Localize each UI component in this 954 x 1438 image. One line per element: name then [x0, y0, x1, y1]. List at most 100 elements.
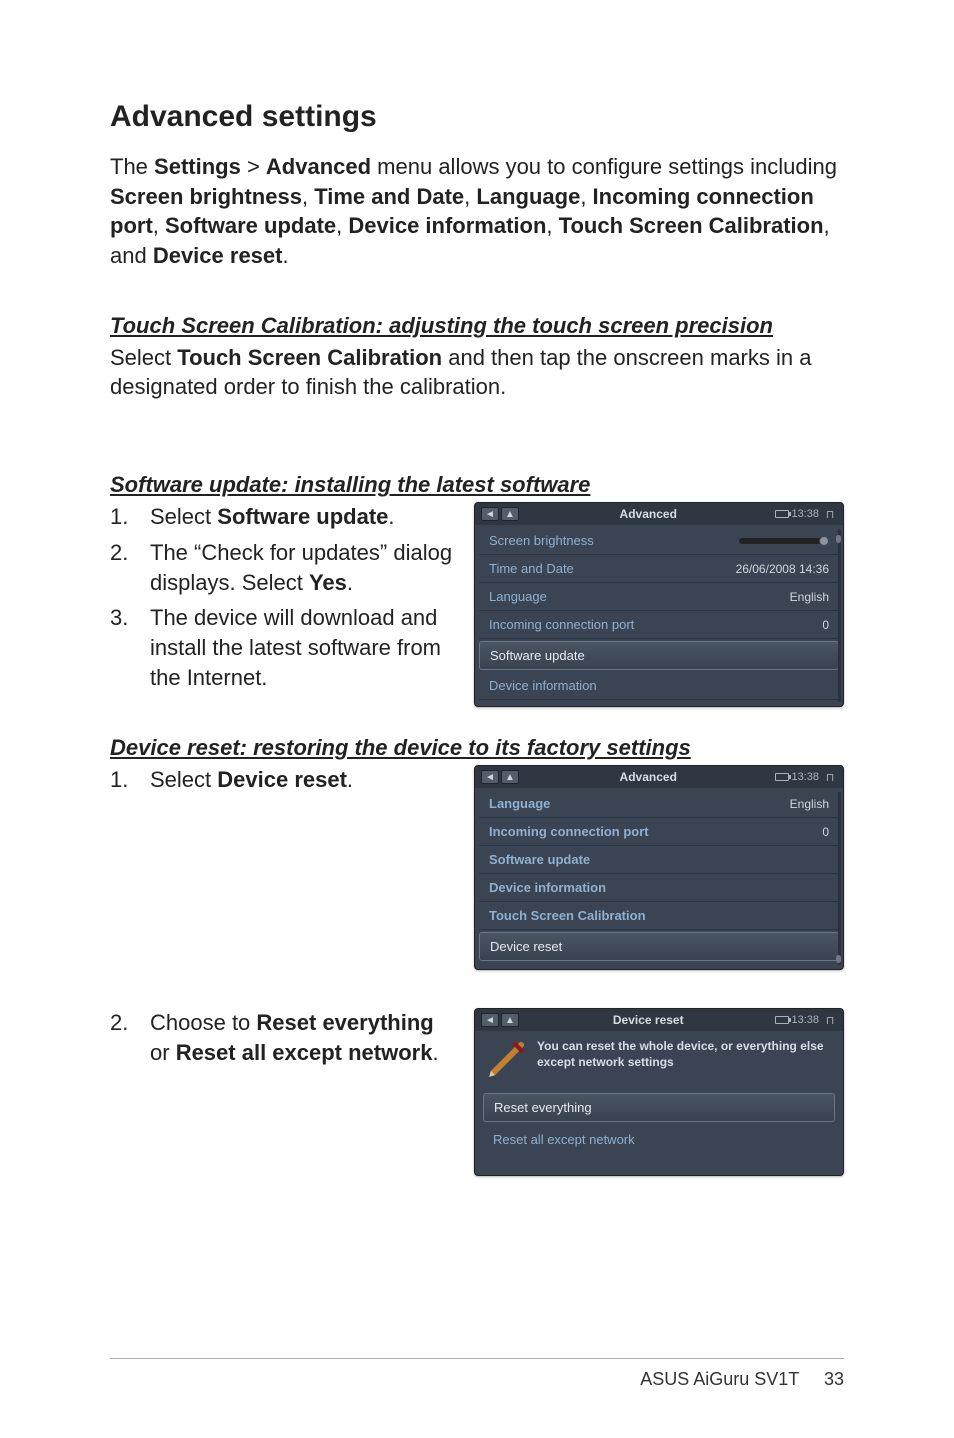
- item-value: English: [790, 590, 829, 604]
- text: Select: [110, 345, 177, 370]
- scroll-thumb[interactable]: [836, 535, 841, 543]
- up-icon[interactable]: ▲: [501, 1013, 519, 1027]
- devreset-step2: 2. Choose to Reset everything or Reset a…: [110, 1008, 454, 1073]
- device-title: Device reset: [521, 1013, 775, 1027]
- item-value: 0: [822, 618, 829, 632]
- device-time: 13:38: [791, 771, 819, 783]
- back-icon[interactable]: ◄: [481, 507, 499, 521]
- item-label: Device reset: [490, 939, 562, 954]
- device-screenshot-advanced-2: ◄ ▲ Advanced 13:38 ⊓ Language English In…: [474, 765, 844, 970]
- brightness-slider[interactable]: [739, 538, 829, 544]
- touch-paragraph: Select Touch Screen Calibration and then…: [110, 343, 844, 402]
- slider-knob[interactable]: [819, 536, 829, 546]
- item-label: Device information: [489, 880, 606, 895]
- item-screen-brightness[interactable]: Screen brightness: [479, 527, 839, 555]
- reset-everything-button[interactable]: Reset everything: [483, 1093, 835, 1122]
- item-label: Language: [489, 589, 547, 604]
- item-device-information[interactable]: Device information: [479, 874, 839, 902]
- text: Software update: [165, 213, 336, 238]
- text: Select: [150, 504, 217, 529]
- page-number: 33: [824, 1369, 844, 1389]
- item-software-update[interactable]: Software update: [479, 641, 839, 670]
- device-header: ◄ ▲ Advanced 13:38 ⊓: [475, 766, 843, 788]
- devreset-heading: Device reset: restoring the device to it…: [110, 735, 844, 761]
- text: The: [110, 154, 154, 179]
- list-item: 1. Select Device reset.: [110, 765, 454, 795]
- list-item: 2. Choose to Reset everything or Reset a…: [110, 1008, 454, 1067]
- text: Software update: [217, 504, 388, 529]
- step-number: 1.: [110, 502, 150, 532]
- item-incoming-port[interactable]: Incoming connection port 0: [479, 611, 839, 639]
- text: ,: [464, 184, 476, 209]
- item-language[interactable]: Language English: [479, 790, 839, 818]
- text: menu allows you to configure settings in…: [371, 154, 837, 179]
- item-value: 0: [822, 825, 829, 839]
- device-header: ◄ ▲ Advanced 13:38 ⊓: [475, 503, 843, 525]
- item-label: Device information: [489, 678, 597, 693]
- text: Reset all except network: [176, 1040, 433, 1065]
- reset-message-text: You can reset the whole device, or every…: [537, 1039, 831, 1079]
- item-device-information[interactable]: Device information: [479, 672, 839, 700]
- text: Select: [150, 767, 217, 792]
- text: Language: [476, 184, 580, 209]
- device-time: 13:38: [791, 1014, 819, 1026]
- swupdate-heading: Software update: installing the latest s…: [110, 472, 844, 498]
- device-time: 13:38: [791, 508, 819, 520]
- item-label: Time and Date: [489, 561, 574, 576]
- step-number: 1.: [110, 765, 150, 795]
- text: ,: [336, 213, 348, 238]
- touch-heading: Touch Screen Calibration: adjusting the …: [110, 313, 844, 339]
- reset-all-except-network-button[interactable]: Reset all except network: [483, 1126, 835, 1153]
- text: Device information: [348, 213, 546, 238]
- up-icon[interactable]: ▲: [501, 507, 519, 521]
- item-label: Software update: [490, 648, 585, 663]
- text: or: [150, 1040, 176, 1065]
- step-number: 2.: [110, 538, 150, 597]
- device-list: Screen brightness Time and Date 26/06/20…: [475, 525, 843, 706]
- device-title: Advanced: [521, 507, 775, 521]
- item-label: Software update: [489, 852, 590, 867]
- up-icon[interactable]: ▲: [501, 770, 519, 784]
- text: ,: [153, 213, 165, 238]
- text: .: [282, 243, 288, 268]
- text: The “Check for updates” dialog displays.…: [150, 540, 452, 595]
- text: Touch Screen Calibration: [177, 345, 442, 370]
- item-label: Screen brightness: [489, 533, 594, 548]
- text: Time and Date: [314, 184, 464, 209]
- scroll-thumb[interactable]: [836, 955, 841, 963]
- back-icon[interactable]: ◄: [481, 1013, 499, 1027]
- item-time-date[interactable]: Time and Date 26/06/2008 14:36: [479, 555, 839, 583]
- scrollbar[interactable]: [836, 529, 841, 702]
- step-number: 3.: [110, 603, 150, 692]
- text: Device reset: [217, 767, 347, 792]
- page-title: Advanced settings: [110, 100, 844, 134]
- item-touch-calibration[interactable]: Touch Screen Calibration: [479, 902, 839, 930]
- back-icon[interactable]: ◄: [481, 770, 499, 784]
- item-label: Incoming connection port: [489, 617, 634, 632]
- device-screenshot-reset: ◄ ▲ Device reset 13:38 ⊓ You can reset t…: [474, 1008, 844, 1176]
- device-screenshot-advanced-1: ◄ ▲ Advanced 13:38 ⊓ Screen brightness T…: [474, 502, 844, 707]
- item-software-update[interactable]: Software update: [479, 846, 839, 874]
- battery-icon: [775, 1016, 789, 1024]
- devreset-step1: 1. Select Device reset.: [110, 765, 454, 801]
- text: Choose to: [150, 1010, 256, 1035]
- item-device-reset[interactable]: Device reset: [479, 932, 839, 961]
- item-label: Incoming connection port: [489, 824, 649, 839]
- settings-label: Settings: [154, 154, 241, 179]
- text: ,: [546, 213, 558, 238]
- text: .: [347, 570, 353, 595]
- text: ,: [580, 184, 592, 209]
- item-label: Touch Screen Calibration: [489, 908, 646, 923]
- text: .: [432, 1040, 438, 1065]
- item-label: Language: [489, 796, 550, 811]
- scrollbar[interactable]: [836, 792, 841, 965]
- text: Screen brightness: [110, 184, 302, 209]
- item-incoming-port[interactable]: Incoming connection port 0: [479, 818, 839, 846]
- page-footer: ASUS AiGuru SV1T 33: [110, 1358, 844, 1390]
- text: ,: [302, 184, 314, 209]
- battery-icon: [775, 510, 789, 518]
- item-language[interactable]: Language English: [479, 583, 839, 611]
- network-icon: ⊓: [823, 1013, 837, 1027]
- reset-message: You can reset the whole device, or every…: [475, 1031, 843, 1089]
- device-list: Language English Incoming connection por…: [475, 788, 843, 969]
